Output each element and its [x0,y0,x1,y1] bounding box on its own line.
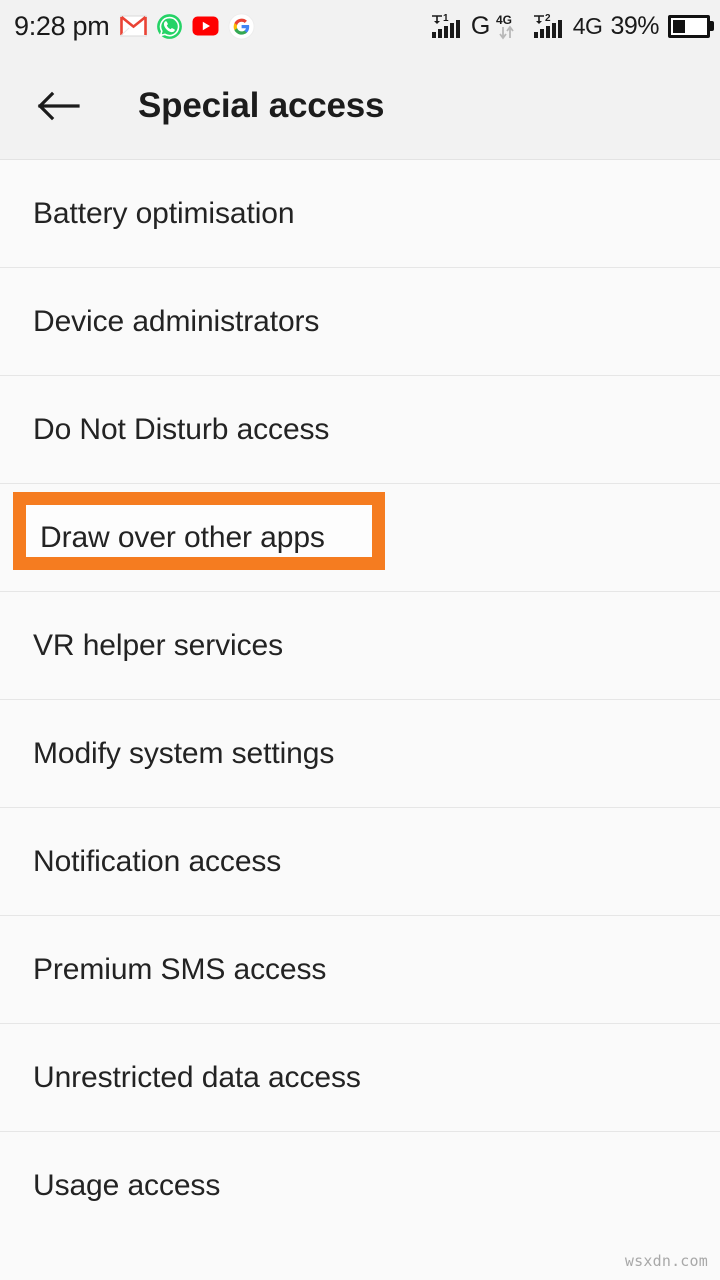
sim1-network-label: G [470,11,490,40]
list-item-label: Usage access [33,1169,221,1202]
list-item[interactable]: Battery optimisation [0,160,720,268]
list-item[interactable]: VR helper services [0,592,720,700]
sim2-signal-icon: 2 [530,12,568,40]
data-activity-icon: 4G [495,12,525,40]
back-button[interactable] [36,83,82,129]
list-item-label: Unrestricted data access [33,1061,361,1094]
battery-percent-label: 39% [610,11,659,40]
list-item-label: Notification access [33,845,282,878]
svg-text:1: 1 [443,13,449,24]
svg-text:2: 2 [545,13,551,24]
sim2-network-label: 4G [572,12,603,39]
footer-area: wsxdn.com [0,1234,720,1280]
list-item[interactable]: Modify system settings [0,700,720,808]
status-bar: 9:28 pm 1 G 4G 2 4G 39% [0,0,720,52]
list-item-label: Draw over other apps [40,521,325,554]
page-title: Special access [138,85,385,125]
sim1-signal-icon: 1 [428,12,466,40]
svg-text:4G: 4G [496,13,512,27]
list-item[interactable]: Do Not Disturb access [0,376,720,484]
status-bar-right: 1 G 4G 2 4G 39% [428,12,710,40]
watermark: wsxdn.com [624,1252,708,1270]
list-item[interactable]: Usage access [0,1132,720,1234]
youtube-icon [192,13,219,40]
list-item-label: VR helper services [33,629,283,662]
whatsapp-icon [156,13,183,40]
status-bar-left: 9:28 pm [14,10,256,41]
arrow-left-icon [37,90,81,122]
list-item[interactable]: Notification access [0,808,720,916]
list-item-label: Premium SMS access [33,953,327,986]
battery-icon [668,14,710,38]
list-item-label: Do Not Disturb access [33,413,330,446]
battery-fill [673,19,686,33]
phone-screen: 9:28 pm 1 G 4G 2 4G 39% Special access B… [0,0,720,1280]
list-item[interactable]: Premium SMS access [0,916,720,1024]
list-item[interactable]: Draw over other apps [0,484,720,592]
app-bar: Special access [0,52,720,160]
list-item-label: Device administrators [33,305,320,338]
list-item-label: Modify system settings [33,737,335,770]
list-item-label: Battery optimisation [33,197,295,230]
gmail-icon [120,13,148,40]
special-access-list: Battery optimisation Device administrator… [0,160,720,1234]
status-clock: 9:28 pm [14,10,110,41]
list-item[interactable]: Device administrators [0,268,720,376]
list-item[interactable]: Unrestricted data access [0,1024,720,1132]
google-icon [228,12,256,40]
